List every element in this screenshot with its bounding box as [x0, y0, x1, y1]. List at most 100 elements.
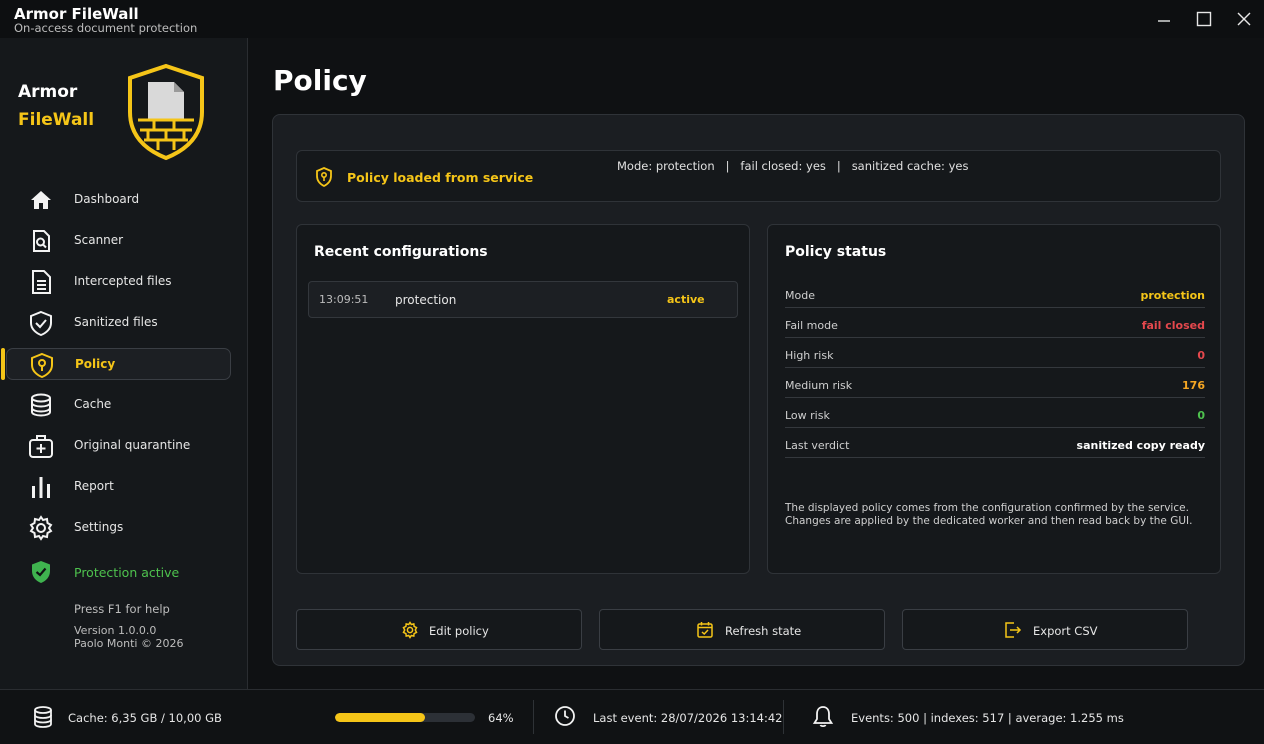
database-icon: [34, 706, 52, 728]
close-icon: [1237, 12, 1251, 26]
sidebar-item-policy[interactable]: Policy: [1, 348, 231, 380]
shield-check-icon: [30, 310, 52, 336]
version-info: Version 1.0.0.0 Paolo Monti © 2026: [74, 624, 183, 650]
medical-kit-icon: [29, 435, 53, 458]
status-note-line-1: The displayed policy comes from the conf…: [785, 502, 1189, 514]
sidebar-item-label: Cache: [74, 397, 112, 411]
sidebar-item-label: Settings: [74, 520, 124, 534]
config-mode: protection: [395, 293, 457, 307]
brand-line-1: Armor: [18, 82, 78, 102]
help-hint: Press F1 for help: [74, 602, 170, 616]
banner-message: Policy loaded from service: [347, 170, 534, 185]
bar-chart-icon: [32, 477, 50, 498]
brand-line-2: FileWall: [18, 110, 95, 130]
sidebar-item-settings[interactable]: Settings: [6, 512, 231, 544]
status-value: sanitized copy ready: [1076, 439, 1205, 452]
sidebar-item-cache[interactable]: Cache: [6, 389, 231, 421]
refresh-state-button[interactable]: Refresh state: [599, 609, 885, 650]
shield-key-icon: [31, 352, 53, 378]
edit-policy-button[interactable]: Edit policy: [296, 609, 582, 650]
gear-icon: [29, 515, 53, 541]
event-stats: Events: 500 | indexes: 517 | average: 1.…: [851, 711, 1124, 725]
minimize-icon: [1158, 20, 1170, 22]
status-value: protection: [1140, 289, 1205, 302]
policy-banner: Policy loaded from service Mode: protect…: [296, 150, 1221, 202]
export-icon: [1005, 622, 1022, 638]
cache-progress-fill: [335, 713, 425, 722]
status-note-line-2: Changes are applied by the dedicated wor…: [785, 515, 1193, 527]
divider: [533, 700, 534, 734]
sidebar-item-scanner[interactable]: Scanner: [6, 225, 231, 257]
sidebar-item-label: Scanner: [74, 233, 124, 247]
sidebar-item-label: Intercepted files: [74, 274, 172, 288]
protection-status: Protection active: [30, 560, 179, 588]
sidebar: Armor FileWall Dashboard Scanner Interce…: [0, 38, 248, 689]
policy-status-card: Policy status Mode protection Fail mode …: [767, 224, 1221, 574]
last-event: Last event: 28/07/2026 13:14:42: [593, 711, 783, 725]
sidebar-item-original-quarantine[interactable]: Original quarantine: [6, 430, 231, 462]
close-button[interactable]: [1232, 8, 1256, 30]
cache-usage: Cache: 6,35 GB / 10,00 GB: [68, 711, 222, 725]
scan-document-icon: [33, 230, 50, 252]
sidebar-item-label: Dashboard: [74, 192, 140, 206]
status-row: Medium risk 176: [785, 368, 1205, 398]
status-row: Last verdict sanitized copy ready: [785, 428, 1205, 458]
sidebar-item-intercepted-files[interactable]: Intercepted files: [6, 266, 231, 298]
status-bar: Cache: 6,35 GB / 10,00 GB 64% Last event…: [0, 689, 1264, 744]
status-key: Last verdict: [785, 439, 850, 452]
divider: [783, 700, 784, 734]
sidebar-item-sanitized-files[interactable]: Sanitized files: [6, 307, 231, 339]
status-row: Mode protection: [785, 278, 1205, 308]
recent-configurations-card: Recent configurations 13:09:51 protectio…: [296, 224, 750, 574]
status-row: Low risk 0: [785, 398, 1205, 428]
home-icon: [31, 191, 51, 209]
sidebar-item-dashboard[interactable]: Dashboard: [6, 184, 231, 216]
sidebar-item-report[interactable]: Report: [6, 471, 231, 503]
version-label: Version 1.0.0.0: [74, 624, 157, 637]
policy-status-title: Policy status: [785, 244, 887, 260]
status-value: 0: [1197, 349, 1205, 362]
status-key: High risk: [785, 349, 834, 362]
status-row: High risk 0: [785, 338, 1205, 368]
status-key: Mode: [785, 289, 815, 302]
title-bar: Armor FileWall On-access document protec…: [0, 0, 1264, 38]
database-icon: [31, 393, 51, 417]
export-csv-label: Export CSV: [1033, 624, 1098, 638]
banner-info: Mode: protection | fail closed: yes | sa…: [617, 159, 969, 173]
sidebar-item-label: Report: [74, 479, 114, 493]
clock-icon: [555, 706, 575, 726]
gear-icon: [402, 621, 418, 639]
status-row: Fail mode fail closed: [785, 308, 1205, 338]
cache-percent: 64%: [488, 711, 514, 725]
status-key: Low risk: [785, 409, 830, 422]
calendar-check-icon: [697, 622, 713, 638]
refresh-state-label: Refresh state: [725, 624, 802, 638]
status-key: Medium risk: [785, 379, 853, 392]
status-value: 0: [1197, 409, 1205, 422]
maximize-icon: [1196, 11, 1212, 27]
config-state: active: [667, 293, 705, 306]
status-value: fail closed: [1141, 319, 1205, 332]
shield-key-icon: [316, 167, 332, 187]
sidebar-item-label: Policy: [75, 357, 116, 371]
author-label: Paolo Monti © 2026: [74, 637, 184, 650]
export-csv-button[interactable]: Export CSV: [902, 609, 1188, 650]
window-subtitle: On-access document protection: [14, 21, 198, 35]
list-item[interactable]: 13:09:51 protection active: [308, 281, 738, 318]
config-time: 13:09:51: [319, 293, 369, 306]
sidebar-item-label: Sanitized files: [74, 315, 158, 329]
protection-label: Protection active: [74, 565, 180, 580]
status-key: Fail mode: [785, 319, 838, 332]
cache-progress-bar: [335, 713, 475, 722]
maximize-button[interactable]: [1192, 8, 1216, 30]
status-value: 176: [1182, 379, 1205, 392]
bell-icon: [812, 706, 834, 728]
recent-configurations-title: Recent configurations: [314, 244, 488, 260]
edit-policy-label: Edit policy: [429, 624, 489, 638]
shield-check-icon: [32, 561, 50, 583]
status-note: The displayed policy comes from the conf…: [785, 502, 1205, 528]
sidebar-item-label: Original quarantine: [74, 438, 191, 452]
page-title: Policy: [273, 64, 367, 97]
minimize-button[interactable]: [1152, 8, 1176, 30]
shield-logo-icon: [128, 63, 204, 161]
